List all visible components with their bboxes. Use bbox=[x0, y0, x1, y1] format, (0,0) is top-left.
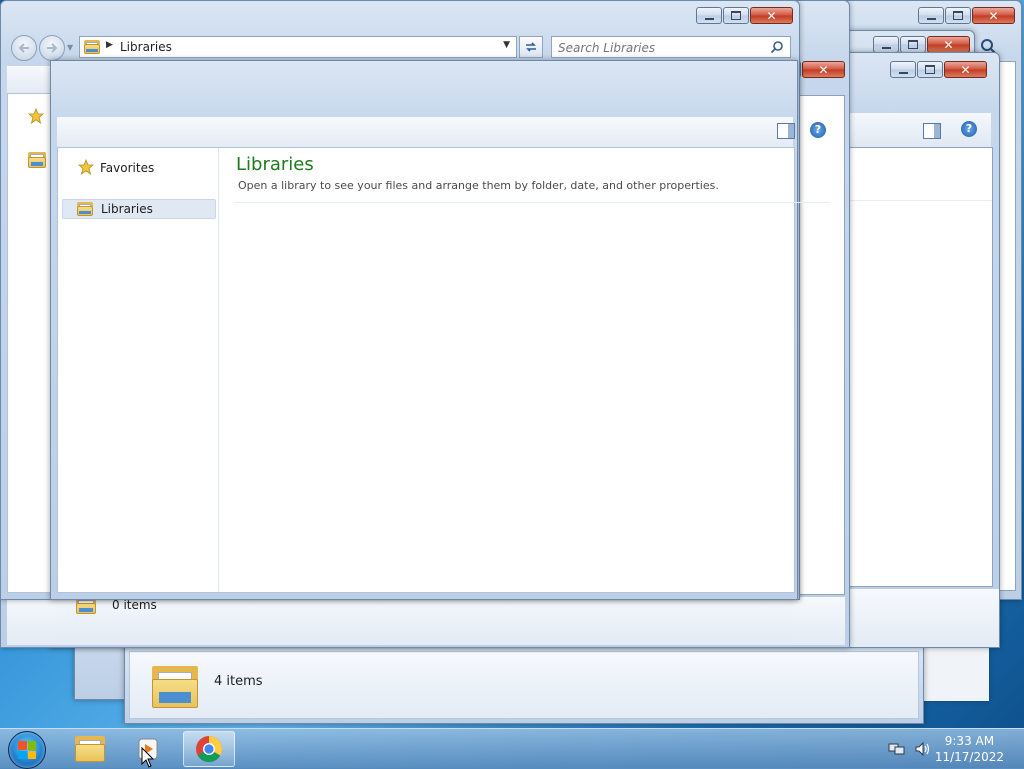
caption-buttons: ✕ bbox=[696, 7, 793, 25]
chrome-icon bbox=[196, 736, 223, 763]
search-icon bbox=[770, 40, 784, 57]
breadcrumb-libraries[interactable]: Libraries bbox=[120, 40, 172, 54]
command-bar bbox=[57, 117, 793, 149]
forward-button[interactable] bbox=[39, 35, 65, 61]
nav-item-favorites[interactable]: Favorites bbox=[76, 158, 216, 178]
close-icon: ✕ bbox=[766, 8, 777, 23]
close-button[interactable]: ✕ bbox=[750, 7, 793, 24]
system-tray: 9:33 AM 11/17/2022 bbox=[874, 729, 1024, 769]
minimize-button[interactable] bbox=[918, 7, 944, 24]
nav-pane-edge bbox=[8, 94, 55, 592]
details-pane: 4 items bbox=[129, 651, 919, 719]
search-box[interactable] bbox=[551, 36, 791, 58]
search-input[interactable] bbox=[556, 39, 760, 57]
explorer-window-inner[interactable]: Favorites Libraries Libraries Open a lib… bbox=[50, 60, 830, 600]
header-divider bbox=[234, 202, 830, 203]
page-description: Open a library to see your files and arr… bbox=[238, 179, 719, 192]
close-button[interactable]: ✕ bbox=[927, 36, 970, 53]
maximize-button[interactable] bbox=[945, 7, 971, 24]
libraries-icon bbox=[77, 202, 93, 216]
refresh-button[interactable] bbox=[519, 36, 543, 58]
explorer-content: Favorites Libraries Libraries Open a lib… bbox=[57, 147, 830, 593]
maximize-icon bbox=[731, 11, 741, 20]
close-button[interactable]: ✕ bbox=[802, 61, 845, 78]
taskbar: 9:33 AM 11/17/2022 bbox=[0, 728, 1024, 769]
libraries-folder-icon bbox=[152, 666, 198, 708]
nav-item-libraries-label: Libraries bbox=[101, 202, 153, 216]
background-window-bottom: 4 items bbox=[124, 640, 924, 724]
status-items-count: 4 items bbox=[214, 674, 263, 689]
preview-pane-icon[interactable] bbox=[923, 123, 941, 139]
star-icon bbox=[77, 158, 95, 178]
close-button[interactable]: ✕ bbox=[944, 61, 987, 78]
taskbar-chrome-button[interactable] bbox=[183, 731, 235, 767]
windows-logo-icon bbox=[18, 741, 36, 759]
taskbar-explorer-button[interactable] bbox=[64, 731, 116, 767]
address-dropdown-icon[interactable]: ▼ bbox=[503, 40, 510, 50]
volume-icon[interactable] bbox=[914, 741, 932, 757]
start-button[interactable] bbox=[8, 731, 46, 769]
help-icon[interactable]: ? bbox=[961, 121, 977, 137]
nav-buttons bbox=[11, 35, 67, 61]
back-button[interactable] bbox=[11, 35, 37, 61]
preview-pane-icon[interactable] bbox=[777, 123, 795, 139]
maximize-button[interactable] bbox=[917, 61, 943, 78]
status-items-count: 0 items bbox=[112, 598, 157, 612]
minimize-button[interactable] bbox=[873, 36, 899, 53]
help-icon[interactable]: ? bbox=[810, 122, 826, 138]
breadcrumb-chevron-icon[interactable]: ▶ bbox=[106, 40, 113, 50]
caption-buttons: ✕ bbox=[918, 7, 1015, 25]
address-bar[interactable]: ▶ Libraries ▼ bbox=[79, 36, 517, 58]
libraries-icon bbox=[84, 40, 100, 54]
minimize-button[interactable] bbox=[890, 61, 916, 78]
page-title: Libraries bbox=[236, 154, 314, 175]
refresh-icon bbox=[526, 42, 536, 52]
network-icon[interactable] bbox=[888, 741, 906, 757]
libraries-icon bbox=[28, 152, 46, 168]
minimize-button[interactable] bbox=[696, 7, 722, 24]
navigation-pane: Favorites Libraries bbox=[58, 148, 219, 592]
forward-arrow-icon bbox=[47, 43, 58, 53]
mouse-cursor-icon bbox=[141, 747, 155, 768]
nav-item-libraries[interactable]: Libraries bbox=[62, 199, 216, 219]
back-arrow-icon bbox=[18, 43, 29, 53]
recent-pages-dropdown[interactable]: ▼ bbox=[67, 43, 73, 52]
libraries-icon bbox=[76, 598, 96, 614]
caption-buttons: ✕ bbox=[890, 61, 987, 79]
maximize-button[interactable] bbox=[900, 36, 926, 53]
nav-item-favorites-label: Favorites bbox=[100, 161, 155, 175]
clock-date: 11/17/2022 bbox=[934, 750, 1004, 764]
folder-icon bbox=[75, 736, 105, 762]
minimize-icon bbox=[704, 17, 714, 20]
close-button[interactable]: ✕ bbox=[972, 7, 1015, 24]
clock[interactable]: 9:33 AM 11/17/2022 bbox=[935, 733, 1004, 765]
clock-time: 9:33 AM bbox=[944, 734, 995, 748]
star-icon bbox=[27, 107, 45, 127]
maximize-button[interactable] bbox=[723, 7, 749, 24]
